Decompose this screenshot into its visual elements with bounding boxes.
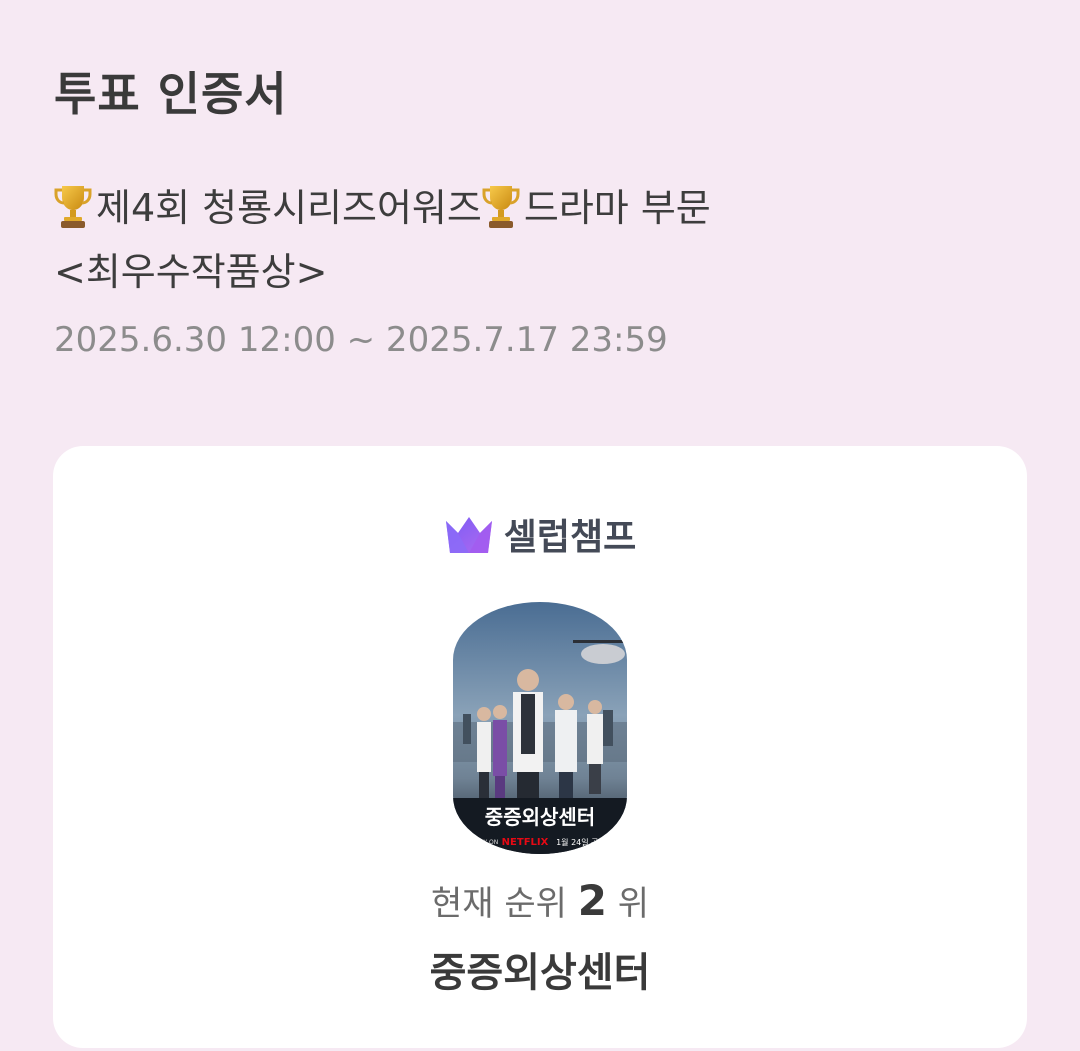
drama-poster: 중증외상센터 ONLY ON NETFLIX 1월 24일 공개 [453,602,627,854]
drama-title: 중증외상센터 [429,950,651,996]
rank-label: 현재 순위 [430,884,567,924]
rank-unit: 위 [617,884,650,924]
event-period: 2025.6.30 12:00 ~ 2025.7.17 23:59 [54,320,668,360]
rank-value: 2 [577,876,607,925]
event-title: 제4회 청룡시리즈어워즈 드라마 부문 <최우수작품상> [54,176,1014,304]
poster-date-text: 1월 24일 공개 [556,837,606,847]
rank-line: 현재 순위 2 위 [53,876,1027,925]
poster-badge-text: ONLY ON [472,839,499,846]
trophy-icon [54,186,92,228]
brand: 셀럽챔프 [53,508,1027,558]
drama-poster-image: 중증외상센터 ONLY ON NETFLIX 1월 24일 공개 [453,602,627,854]
event-title-part2: 드라마 부문 [523,186,711,230]
trophy-icon [482,186,520,228]
brand-name: 셀럽챔프 [503,517,637,558]
poster-platform-text: NETFLIX [502,837,549,848]
crown-icon [445,517,492,553]
event-award-name: <최우수작품상> [54,250,328,294]
poster-title-text: 중증외상센터 [485,805,595,829]
page-title: 투표 인증서 [54,67,288,121]
event-title-part1: 제4회 청룡시리즈어워즈 [96,186,482,230]
certificate-card: 셀럽챔프 중증외상센터 ONLY ON NETFLIX 1월 24일 공개 현재… [53,446,1027,1048]
